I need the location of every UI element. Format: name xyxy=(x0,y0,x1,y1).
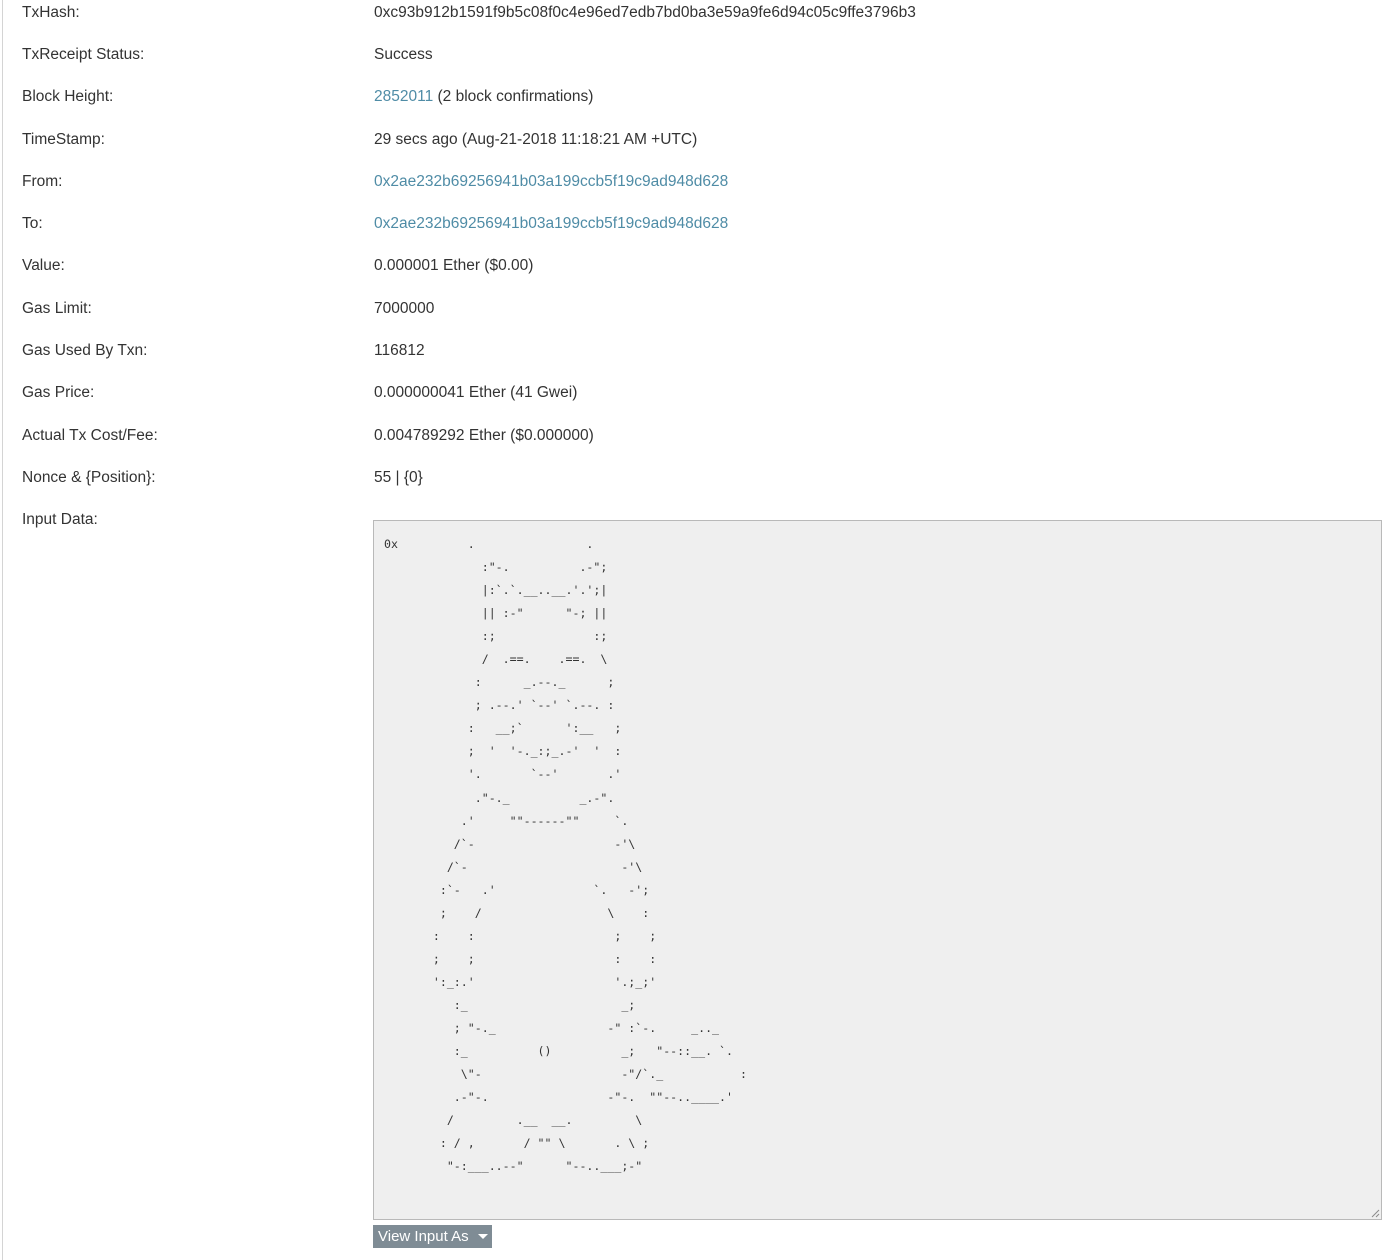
timestamp-label: TimeStamp: xyxy=(22,131,105,148)
nonce-value: 55 | {0} xyxy=(374,469,423,486)
row-gas-limit: Gas Limit: 7000000 xyxy=(0,297,1400,321)
to-address-link[interactable]: 0x2ae232b69256941b03a199ccb5f19c9ad948d6… xyxy=(374,212,728,236)
fee-value: 0.004789292 Ether ($0.000000) xyxy=(374,427,594,444)
view-input-as-label: View Input As xyxy=(378,1228,469,1245)
fee-label: Actual Tx Cost/Fee: xyxy=(22,427,158,444)
txhash-label: TxHash: xyxy=(22,4,80,21)
caret-down-icon xyxy=(478,1234,488,1239)
receipt-status-label: TxReceipt Status: xyxy=(22,46,145,63)
value-label: Value: xyxy=(22,257,65,274)
row-gas-used: Gas Used By Txn: 116812 xyxy=(0,339,1400,363)
receipt-status-value: Success xyxy=(374,46,433,63)
gas-price-label: Gas Price: xyxy=(22,384,95,401)
block-confirmations: (2 block confirmations) xyxy=(433,88,594,105)
timestamp-value: 29 secs ago (Aug-21-2018 11:18:21 AM +UT… xyxy=(374,131,698,148)
view-input-as-button[interactable]: View Input As xyxy=(373,1225,492,1248)
nonce-label: Nonce & {Position}: xyxy=(22,469,156,486)
resize-handle-icon[interactable] xyxy=(1370,1208,1380,1218)
input-data-label: Input Data: xyxy=(22,511,98,528)
block-number-link[interactable]: 2852011 xyxy=(374,88,433,105)
input-data-textarea[interactable]: 0x . . :"-. .-"; |:`.`.__..__.'.';| || :… xyxy=(373,520,1382,1220)
to-label: To: xyxy=(22,215,43,232)
input-data-content: 0x . . :"-. .-"; |:`.`.__..__.'.';| || :… xyxy=(384,537,747,1174)
row-receipt-status: TxReceipt Status: Success xyxy=(0,43,1400,67)
block-height-value: 2852011 (2 block confirmations) xyxy=(374,85,593,109)
txhash-value: 0xc93b912b1591f9b5c08f0c4e96ed7edb7bd0ba… xyxy=(374,4,916,21)
row-txhash: TxHash: 0xc93b912b1591f9b5c08f0c4e96ed7e… xyxy=(0,1,1400,25)
value-amount: 0.000001 Ether ($0.00) xyxy=(374,257,534,274)
gas-used-value: 116812 xyxy=(374,342,425,359)
row-from: From: 0x2ae232b69256941b03a199ccb5f19c9a… xyxy=(0,170,1400,194)
row-fee: Actual Tx Cost/Fee: 0.004789292 Ether ($… xyxy=(0,424,1400,448)
block-height-label: Block Height: xyxy=(22,88,114,105)
row-nonce: Nonce & {Position}: 55 | {0} xyxy=(0,466,1400,490)
from-address-link[interactable]: 0x2ae232b69256941b03a199ccb5f19c9ad948d6… xyxy=(374,170,728,194)
gas-used-label: Gas Used By Txn: xyxy=(22,342,148,359)
gas-limit-value: 7000000 xyxy=(374,300,435,317)
from-label: From: xyxy=(22,173,63,190)
row-gas-price: Gas Price: 0.000000041 Ether (41 Gwei) xyxy=(0,381,1400,405)
gas-limit-label: Gas Limit: xyxy=(22,300,92,317)
row-block-height: Block Height: 2852011 (2 block confirmat… xyxy=(0,85,1400,109)
row-value: Value: 0.000001 Ether ($0.00) xyxy=(0,254,1400,278)
row-to: To: 0x2ae232b69256941b03a199ccb5f19c9ad9… xyxy=(0,212,1400,236)
gas-price-value: 0.000000041 Ether (41 Gwei) xyxy=(374,384,578,401)
row-timestamp: TimeStamp: 29 secs ago (Aug-21-2018 11:1… xyxy=(0,128,1400,152)
